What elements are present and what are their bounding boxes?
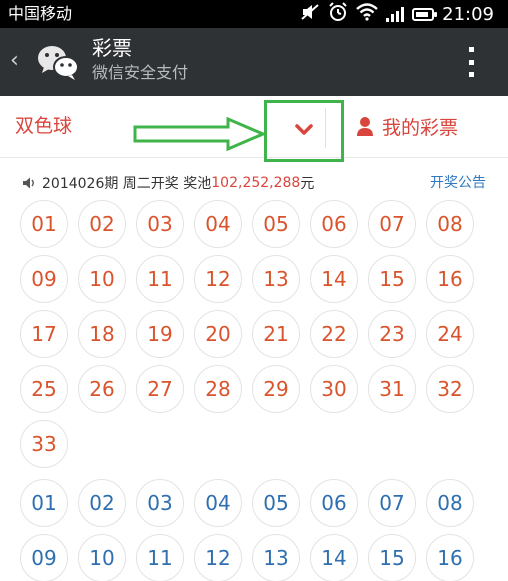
page-subtitle: 微信安全支付 [92,63,189,82]
speaker-icon [22,176,36,190]
status-bar: 中国移动 21:09 [0,0,508,28]
red-ball-30[interactable]: 30 [310,365,358,413]
signal-icon [386,6,405,22]
red-ball-28[interactable]: 28 [194,365,242,413]
red-ball-23[interactable]: 23 [368,310,416,358]
blue-ball-04[interactable]: 04 [194,479,242,527]
game-dropdown-button[interactable] [264,100,344,162]
red-ball-16[interactable]: 16 [426,255,474,303]
blue-ball-09[interactable]: 09 [20,534,68,581]
annotation-arrow-icon [133,116,266,152]
draw-info: 2014026期 周二开奖 奖池 102,252,288 元 [22,173,314,193]
game-name[interactable]: 双色球 [15,114,72,138]
red-ball-21[interactable]: 21 [252,310,300,358]
blue-ball-05[interactable]: 05 [252,479,300,527]
my-lottery-label: 我的彩票 [382,116,459,139]
blue-ball-grid: 01 02 03 04 05 06 07 08 09 10 11 12 13 14 15 16 [20,479,490,581]
blue-ball-03[interactable]: 03 [136,479,184,527]
blue-ball-10[interactable]: 10 [78,534,126,581]
wechat-logo-icon [36,42,80,82]
blue-ball-15[interactable]: 15 [368,534,416,581]
user-icon [356,116,374,136]
title-bar: ‹ 彩票 微信安全支付 [0,28,508,96]
pool-amount: 102,252,288 [211,175,301,191]
back-icon[interactable]: ‹ [10,48,26,74]
blue-ball-14[interactable]: 14 [310,534,358,581]
red-ball-grid: 01 02 03 04 05 06 07 08 09 10 11 12 13 14 15 16 17 18 19 20… [20,200,490,468]
blue-ball-12[interactable]: 12 [194,534,242,581]
page-title: 彩票 [92,36,132,60]
red-ball-19[interactable]: 19 [136,310,184,358]
red-ball-27[interactable]: 27 [136,365,184,413]
red-ball-26[interactable]: 26 [78,365,126,413]
blue-ball-01[interactable]: 01 [20,479,68,527]
blue-ball-16[interactable]: 16 [426,534,474,581]
my-lottery-button[interactable]: 我的彩票 [356,112,458,140]
red-ball-11[interactable]: 11 [136,255,184,303]
blue-ball-06[interactable]: 06 [310,479,358,527]
red-ball-05[interactable]: 05 [252,200,300,248]
chevron-down-icon [295,124,313,135]
red-ball-32[interactable]: 32 [426,365,474,413]
red-ball-04[interactable]: 04 [194,200,242,248]
pool-currency: 元 [300,176,315,192]
red-ball-25[interactable]: 25 [20,365,68,413]
red-ball-22[interactable]: 22 [310,310,358,358]
red-ball-06[interactable]: 06 [310,200,358,248]
wifi-icon [356,3,378,25]
red-ball-10[interactable]: 10 [78,255,126,303]
red-ball-01[interactable]: 01 [20,200,68,248]
red-ball-03[interactable]: 03 [136,200,184,248]
blue-ball-02[interactable]: 02 [78,479,126,527]
battery-icon [412,7,438,21]
draw-info-text: 2014026期 周二开奖 奖池 [42,176,212,192]
red-ball-31[interactable]: 31 [368,365,416,413]
red-ball-33[interactable]: 33 [20,420,68,468]
red-ball-02[interactable]: 02 [78,200,126,248]
blue-ball-11[interactable]: 11 [136,534,184,581]
announcement-link[interactable]: 开奖公告 [430,173,486,193]
red-ball-20[interactable]: 20 [194,310,242,358]
red-ball-29[interactable]: 29 [252,365,300,413]
carrier-name: 中国移动 [8,4,73,23]
red-ball-08[interactable]: 08 [426,200,474,248]
red-ball-13[interactable]: 13 [252,255,300,303]
red-ball-18[interactable]: 18 [78,310,126,358]
red-ball-17[interactable]: 17 [20,310,68,358]
blue-ball-08[interactable]: 08 [426,479,474,527]
red-ball-15[interactable]: 15 [368,255,416,303]
more-menu-icon[interactable] [466,47,476,77]
red-ball-24[interactable]: 24 [426,310,474,358]
blue-ball-13[interactable]: 13 [252,534,300,581]
title-block: 彩票 微信安全支付 [92,35,188,85]
blue-ball-07[interactable]: 07 [368,479,416,527]
alarm-icon [328,2,348,26]
red-ball-14[interactable]: 14 [310,255,358,303]
clock: 21:09 [442,3,494,25]
status-icons: 21:09 [300,2,494,26]
mute-icon [300,3,320,25]
red-ball-07[interactable]: 07 [368,200,416,248]
red-ball-12[interactable]: 12 [194,255,242,303]
red-ball-09[interactable]: 09 [20,255,68,303]
